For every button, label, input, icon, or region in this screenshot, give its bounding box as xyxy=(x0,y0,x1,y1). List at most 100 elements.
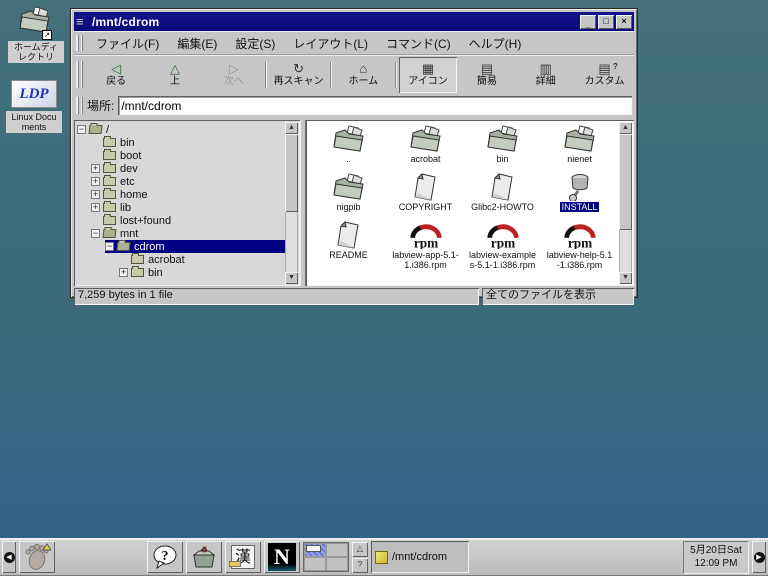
collapse-icon[interactable]: − xyxy=(77,125,86,134)
menu-edit[interactable]: 編集(E) xyxy=(168,33,226,54)
toolbar-separator xyxy=(265,62,267,88)
icon-view-button[interactable]: ▦ アイコン xyxy=(399,57,458,93)
desktop-icon-home-directory[interactable]: ↗ ホームディレクトリ xyxy=(8,6,64,63)
icon-view-icon: ▦ xyxy=(422,62,434,76)
scroll-down-icon[interactable]: ▼ xyxy=(619,272,632,284)
expand-icon[interactable]: + xyxy=(119,268,128,277)
titlebar[interactable]: ≡ /mnt/cdrom _ □ × xyxy=(74,12,634,31)
files-scrollbar[interactable]: ▲ ▼ xyxy=(619,122,632,284)
pager-help-icon[interactable]: ? xyxy=(352,558,368,573)
folder-icon xyxy=(131,255,144,264)
close-button[interactable]: × xyxy=(616,15,632,29)
tree-item-acrobat[interactable]: acrobat xyxy=(119,253,285,266)
forward-icon: ▷ xyxy=(229,62,239,76)
custom-view-button[interactable]: ▤? カスタム xyxy=(575,57,634,93)
custom-view-label: カスタム xyxy=(585,76,625,88)
folder-icon xyxy=(484,125,522,153)
gnome-main-menu-button[interactable] xyxy=(19,541,55,573)
tree-item-home[interactable]: + home xyxy=(91,188,285,201)
expand-icon[interactable]: + xyxy=(91,190,100,199)
tree-item-lib[interactable]: + lib xyxy=(91,201,285,214)
menubar-grip[interactable] xyxy=(76,35,83,50)
tree-item-lost-found[interactable]: lost+found xyxy=(91,214,285,227)
help-launcher[interactable] xyxy=(147,541,183,573)
desktop-icon-linux-documents[interactable]: LDP Linux Documents xyxy=(6,80,62,133)
up-button[interactable]: △ 上 xyxy=(146,57,205,93)
scrollbar-thumb[interactable] xyxy=(285,134,298,212)
rescan-button[interactable]: ↻ 再スキャン xyxy=(269,57,328,93)
file-item-updir[interactable]: .. xyxy=(310,122,387,170)
pager-desktop-4[interactable] xyxy=(326,557,348,571)
file-item-labview-examples[interactable]: labview-examples-5.1-1.i386.rpm xyxy=(464,218,541,282)
up-icon: △ xyxy=(170,62,180,76)
location-input[interactable] xyxy=(118,96,632,115)
file-label: .. xyxy=(346,154,351,164)
menu-command[interactable]: コマンド(C) xyxy=(377,33,460,54)
expand-icon[interactable]: + xyxy=(91,177,100,186)
file-item-labview-app[interactable]: labview-app-5.1-1.i386.rpm xyxy=(387,218,464,282)
desktop-pager[interactable] xyxy=(303,542,349,572)
directory-tree: − / bin boot + dev + xyxy=(74,120,300,286)
file-item-bin[interactable]: bin xyxy=(464,122,541,170)
tree-item-mnt[interactable]: − mnt xyxy=(91,227,285,240)
collapse-icon[interactable]: − xyxy=(105,242,114,251)
scroll-down-icon[interactable]: ▼ xyxy=(285,272,298,284)
file-item-labview-help[interactable]: labview-help-5.1-1.i386.rpm xyxy=(541,218,618,282)
desktop: ↗ ホームディレクトリ LDP Linux Documents ≡ /mnt/c… xyxy=(0,0,768,576)
pager-desktop-3[interactable] xyxy=(304,557,326,571)
scrollbar-thumb[interactable] xyxy=(619,134,632,230)
file-item-glibc2-howto[interactable]: Glibc2-HOWTO xyxy=(464,170,541,218)
back-button[interactable]: ◁ 戻る xyxy=(87,57,146,93)
collapse-icon[interactable]: − xyxy=(91,229,100,238)
scroll-up-icon[interactable]: ▲ xyxy=(285,122,298,134)
file-item-nienet[interactable]: nienet xyxy=(541,122,618,170)
tree-item-boot[interactable]: boot xyxy=(91,149,285,162)
tree-item-dev[interactable]: + dev xyxy=(91,162,285,175)
menu-settings[interactable]: 設定(S) xyxy=(226,33,284,54)
pager-desktop-2[interactable] xyxy=(326,543,348,557)
menu-layout[interactable]: レイアウト(L) xyxy=(284,33,377,54)
menu-file[interactable]: ファイル(F) xyxy=(87,33,168,54)
file-item-readme[interactable]: README xyxy=(310,218,387,282)
gnome-foot-icon xyxy=(23,543,51,571)
rpm-package-icon xyxy=(561,221,599,249)
home-button[interactable]: ⌂ ホーム xyxy=(334,57,393,93)
forward-button[interactable]: ▷ 次へ xyxy=(204,57,263,93)
locbar-grip[interactable] xyxy=(76,97,83,113)
detail-view-button[interactable]: ▥ 詳細 xyxy=(516,57,575,93)
status-filter-text: 全てのファイルを表示 xyxy=(482,288,634,305)
file-item-copyright[interactable]: COPYRIGHT xyxy=(387,170,464,218)
window-menu-icon[interactable]: ≡ xyxy=(76,14,92,29)
short-view-button[interactable]: ▤ 簡易 xyxy=(457,57,516,93)
pager-desktop-1[interactable] xyxy=(304,543,326,557)
toolbox-launcher[interactable] xyxy=(186,541,222,573)
expand-icon[interactable]: + xyxy=(91,203,100,212)
tree-item-cdrom-bin[interactable]: + bin xyxy=(119,266,285,279)
file-item-acrobat[interactable]: acrobat xyxy=(387,122,464,170)
menu-help[interactable]: ヘルプ(H) xyxy=(460,33,531,54)
tree-item-root[interactable]: − / xyxy=(77,123,285,136)
pager-up-icon[interactable]: △ xyxy=(352,542,368,557)
file-item-partial[interactable] xyxy=(310,282,387,286)
scroll-up-icon[interactable]: ▲ xyxy=(619,122,632,134)
toolbar-separator xyxy=(395,62,397,88)
tree-item-bin[interactable]: bin xyxy=(91,136,285,149)
panel-hide-right-button[interactable]: ▶ xyxy=(752,541,766,573)
toolbar-grip[interactable] xyxy=(76,61,83,88)
expand-icon[interactable]: + xyxy=(91,164,100,173)
task-button-mnt-cdrom[interactable]: /mnt/cdrom xyxy=(371,541,469,573)
file-item-nigpib[interactable]: nigpib xyxy=(310,170,387,218)
keyboard-icon xyxy=(229,561,241,567)
maximize-button[interactable]: □ xyxy=(598,15,614,29)
tree-scrollbar[interactable]: ▲ ▼ xyxy=(285,122,298,284)
tree-item-etc[interactable]: + etc xyxy=(91,175,285,188)
minimize-button[interactable]: _ xyxy=(580,15,596,29)
japanese-input-launcher[interactable]: 漢 xyxy=(225,541,261,573)
panel-hide-left-button[interactable]: ◀ xyxy=(2,541,16,573)
rpm-package-icon xyxy=(484,221,522,249)
netscape-launcher[interactable]: N xyxy=(264,541,300,573)
tree-item-cdrom[interactable]: − cdrom xyxy=(105,240,285,253)
file-item-install[interactable]: INSTALL xyxy=(541,170,618,218)
file-item-partial[interactable] xyxy=(387,282,464,286)
clock-date: 5月20日Sat xyxy=(684,544,748,557)
